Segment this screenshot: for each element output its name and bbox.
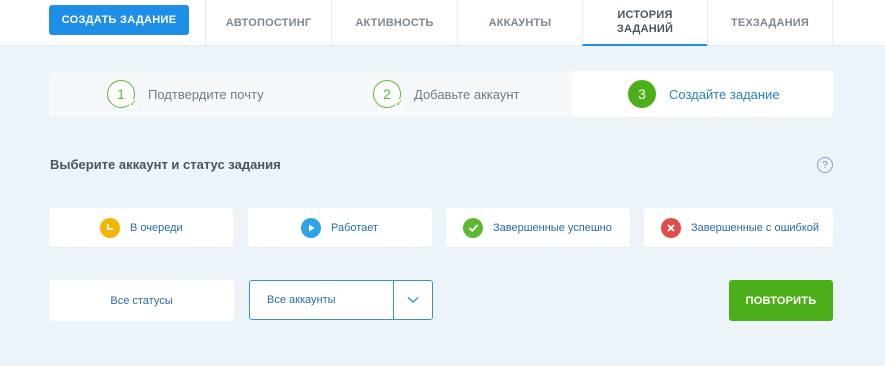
tab-tech-tasks[interactable]: ТЕХЗАДАНИЯ bbox=[707, 0, 833, 46]
status-card-label: В очереди bbox=[130, 221, 183, 234]
section-title: Выберите аккаунт и статус задания bbox=[50, 157, 281, 172]
step-label: Добавьте аккаунт bbox=[414, 86, 520, 102]
step-done-check-icon: ✓ bbox=[129, 98, 137, 108]
status-card-label: Завершенные успешно bbox=[493, 221, 612, 234]
tab-task-history-label: ИСТОРИЯ ЗАДАНИЙ bbox=[616, 9, 674, 35]
account-filter-value: Все аккаунты bbox=[267, 294, 336, 306]
step-done-check-icon: ✓ bbox=[395, 98, 403, 108]
step-number-circle: 2 ✓ bbox=[373, 80, 403, 108]
chevron-down-icon[interactable] bbox=[393, 281, 432, 319]
tab-accounts[interactable]: АККАУНТЫ bbox=[457, 0, 582, 46]
step-create-task: 3 Создайте задание bbox=[628, 71, 780, 117]
step-number: 2 bbox=[383, 86, 391, 102]
help-icon[interactable]: ? bbox=[817, 157, 833, 173]
step-label: Подтвердите почту bbox=[148, 86, 264, 102]
status-card-queued[interactable]: В очереди bbox=[49, 208, 233, 247]
step-label: Создайте задание bbox=[669, 86, 780, 102]
status-filter-select[interactable]: Все статусы bbox=[49, 280, 234, 321]
tab-task-history[interactable]: ИСТОРИЯ ЗАДАНИЙ bbox=[582, 0, 707, 46]
status-card-running[interactable]: Работает bbox=[248, 208, 432, 247]
status-card-success[interactable]: Завершенные успешно bbox=[446, 208, 630, 247]
close-icon bbox=[661, 217, 681, 238]
status-card-label: Работает bbox=[331, 221, 379, 234]
play-icon bbox=[301, 217, 321, 238]
repeat-button[interactable]: ПОВТОРИТЬ bbox=[729, 280, 833, 321]
tab-activity[interactable]: АКТИВНОСТЬ bbox=[331, 0, 457, 46]
create-task-button[interactable]: СОЗДАТЬ ЗАДАНИЕ bbox=[49, 5, 189, 35]
clock-icon bbox=[100, 217, 120, 238]
step-add-account: 2 ✓ Добавьте аккаунт bbox=[373, 71, 519, 117]
step-confirm-email: 1 ✓ Подтвердите почту bbox=[107, 71, 264, 117]
top-navigation: СОЗДАТЬ ЗАДАНИЕ АВТОПОСТИНГ АКТИВНОСТЬ А… bbox=[0, 0, 885, 46]
tab-autoposting[interactable]: АВТОПОСТИНГ bbox=[205, 0, 331, 46]
step-number-circle: 1 ✓ bbox=[107, 80, 137, 108]
status-card-error[interactable]: Завершенные с ошибкой bbox=[644, 208, 833, 247]
step-number: 3 bbox=[638, 86, 646, 102]
step-number-circle: 3 bbox=[628, 80, 656, 108]
step-number: 1 bbox=[117, 86, 125, 102]
onboarding-steps: 1 ✓ Подтвердите почту 2 ✓ Добавьте аккау… bbox=[49, 71, 833, 117]
check-icon bbox=[463, 217, 483, 238]
account-filter-select[interactable]: Все аккаунты bbox=[249, 280, 433, 320]
status-card-label: Завершенные с ошибкой bbox=[691, 221, 820, 234]
